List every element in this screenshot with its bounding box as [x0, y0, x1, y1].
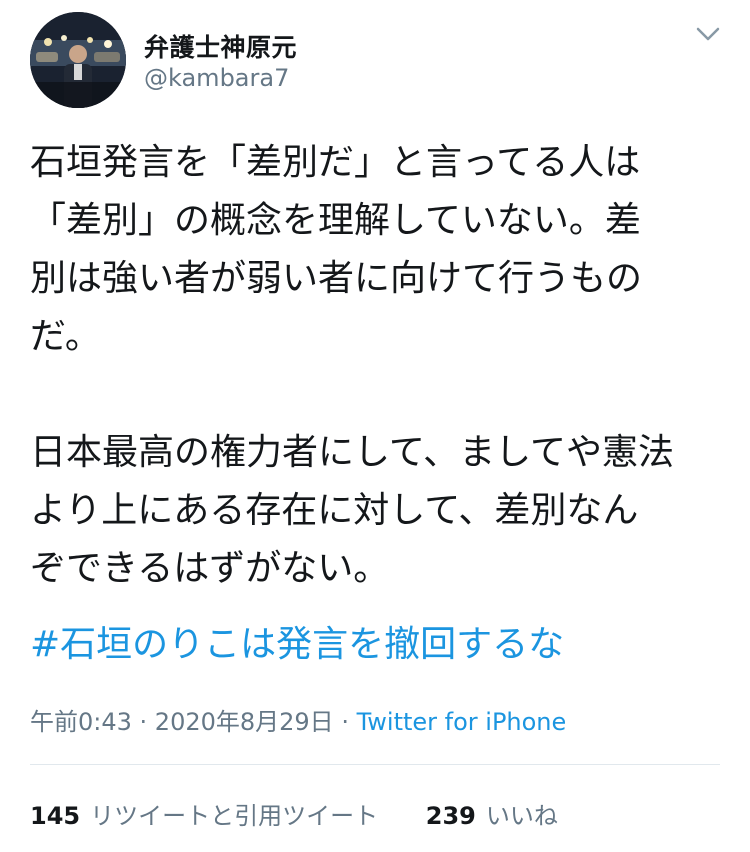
retweets-count: 145: [30, 802, 81, 830]
tweet-text: 石垣発言を「差別だ」と言ってる人は 「差別」の概念を理解していない。差 別は強い…: [30, 134, 720, 598]
tweet-line: ぞできるはずがない。: [30, 548, 390, 589]
meta-separator: ·: [333, 708, 357, 736]
divider: [30, 764, 720, 765]
tweet-meta: 午前0:43 · 2020年8月29日 · Twitter for iPhone: [30, 702, 566, 737]
likes-label: いいね: [485, 802, 558, 830]
likes-stat[interactable]: 239 いいね: [426, 802, 558, 830]
tweet-line: 日本最高の権力者にして、ましてや憲法: [30, 432, 675, 473]
tweet-line: 石垣発言を「差別だ」と言ってる人は: [30, 142, 641, 183]
tweet-line: だ。: [30, 316, 101, 357]
tweet-date[interactable]: 2020年8月29日: [155, 708, 334, 736]
likes-count: 239: [425, 802, 476, 830]
chevron-down-icon[interactable]: [694, 24, 722, 44]
tweet-line: 別は強い者が弱い者に向けて行うもの: [30, 258, 643, 299]
tweet-paragraph-2: 日本最高の権力者にして、ましてや憲法 より上にある存在に対して、差別なん ぞでき…: [30, 424, 720, 598]
avatar-photo: [30, 12, 126, 108]
tweet-line: より上にある存在に対して、差別なん: [30, 490, 639, 531]
retweets-stat[interactable]: 145 リツイートと引用ツイート: [30, 802, 386, 830]
tweet-stats: 145 リツイートと引用ツイート 239 いいね: [30, 796, 558, 831]
tweet-line: 「差別」の概念を理解していない。差: [30, 200, 641, 241]
hashtag-link[interactable]: #石垣のりこは発言を撤回するな: [30, 616, 564, 674]
author-display-name[interactable]: 弁護士神原元: [144, 28, 297, 64]
tweet-time[interactable]: 午前0:43: [30, 708, 132, 736]
tweet-source-link[interactable]: Twitter for iPhone: [357, 708, 567, 736]
author-avatar[interactable]: [30, 12, 126, 108]
retweets-label: リツイートと引用ツイート: [90, 802, 379, 830]
author-handle[interactable]: @kambara7: [144, 64, 289, 92]
meta-separator: ·: [131, 708, 155, 736]
tweet-paragraph-1: 石垣発言を「差別だ」と言ってる人は 「差別」の概念を理解していない。差 別は強い…: [30, 134, 720, 366]
